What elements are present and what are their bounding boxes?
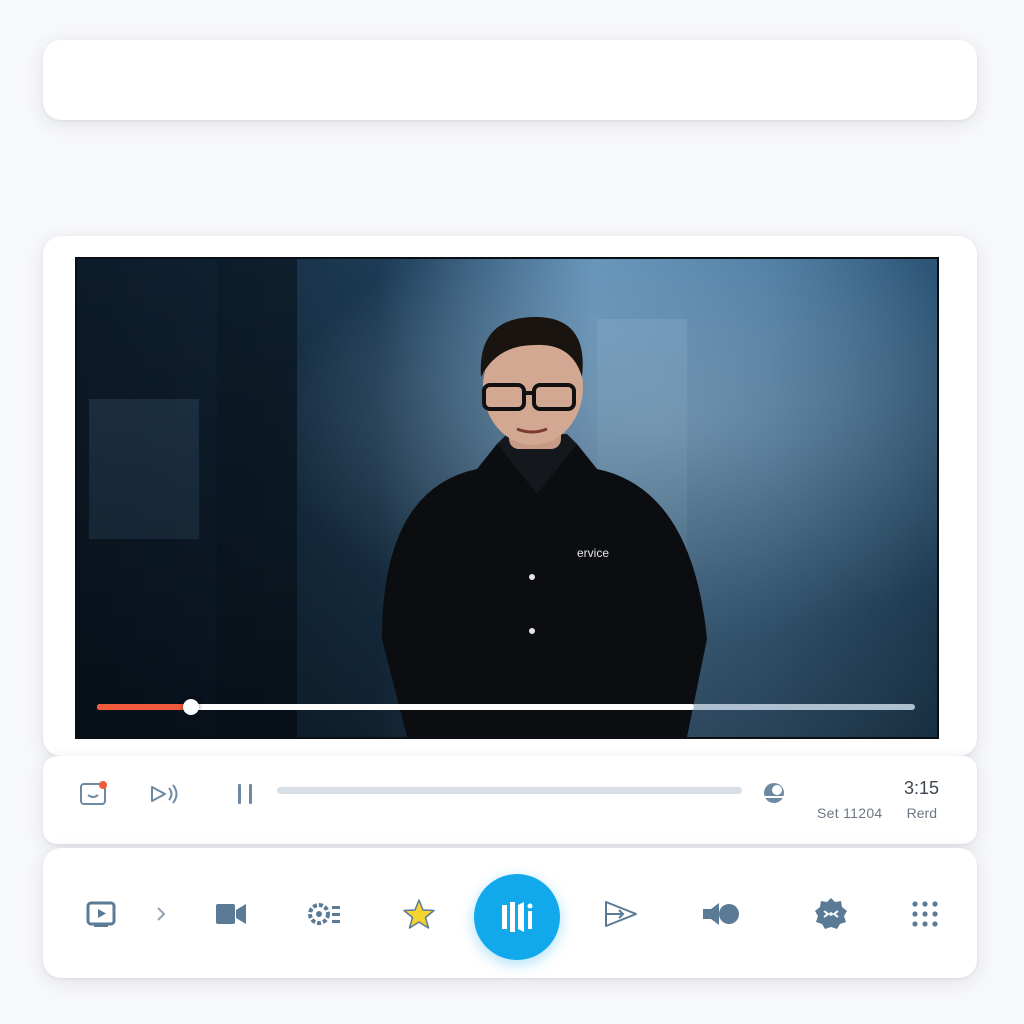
gear-list-icon [308,903,340,925]
toolbar-grid-button[interactable] [903,892,947,936]
toolbar-settings-button[interactable] [303,892,347,936]
gauge-icon [764,783,784,803]
seek-bar[interactable] [97,699,915,715]
volume-button[interactable] [147,778,181,810]
speaker-icon [703,903,739,925]
video-frame-icon [86,901,116,927]
secondary-progress-bar[interactable] [277,787,742,794]
pause-icon [238,784,252,804]
toolbar-badge-button[interactable] [809,892,853,936]
subtitle-button[interactable] [77,778,109,810]
toolbar-camera-button[interactable] [209,892,253,936]
caption-icon [80,781,107,805]
toolbar-next-button[interactable] [139,892,183,936]
camera-icon [216,904,246,924]
toolbar-main-action-button[interactable] [474,874,560,960]
playback-controls: 3:15 Set 11204 Rerd [43,756,977,844]
seek-played [97,704,192,710]
toolbar-send-button[interactable] [599,892,643,936]
toolbar-video-button[interactable] [79,892,123,936]
pause-button[interactable] [233,778,259,810]
speed-button[interactable] [759,777,789,807]
chevron-right-icon [157,907,166,921]
meta-left-label: Set 11204 [817,805,883,821]
send-icon [605,901,637,927]
grid-icon [912,901,938,927]
shirt-logo-text: ervice [577,546,609,560]
top-bar [43,40,977,120]
bottom-toolbar [43,848,977,978]
star-icon [403,899,435,929]
record-main-icon [502,902,533,932]
seek-thumb[interactable] [183,699,200,715]
badge-icon [815,898,847,929]
meta-right-label: Rerd [906,805,937,821]
volume-icon [151,784,178,804]
video-viewport[interactable]: ervice [75,257,939,739]
toolbar-speaker-button[interactable] [699,892,743,936]
toolbar-favorite-button[interactable] [397,892,441,936]
video-player: ervice [43,236,977,756]
video-still: ervice [77,259,937,737]
time-display: 3:15 [903,778,939,798]
